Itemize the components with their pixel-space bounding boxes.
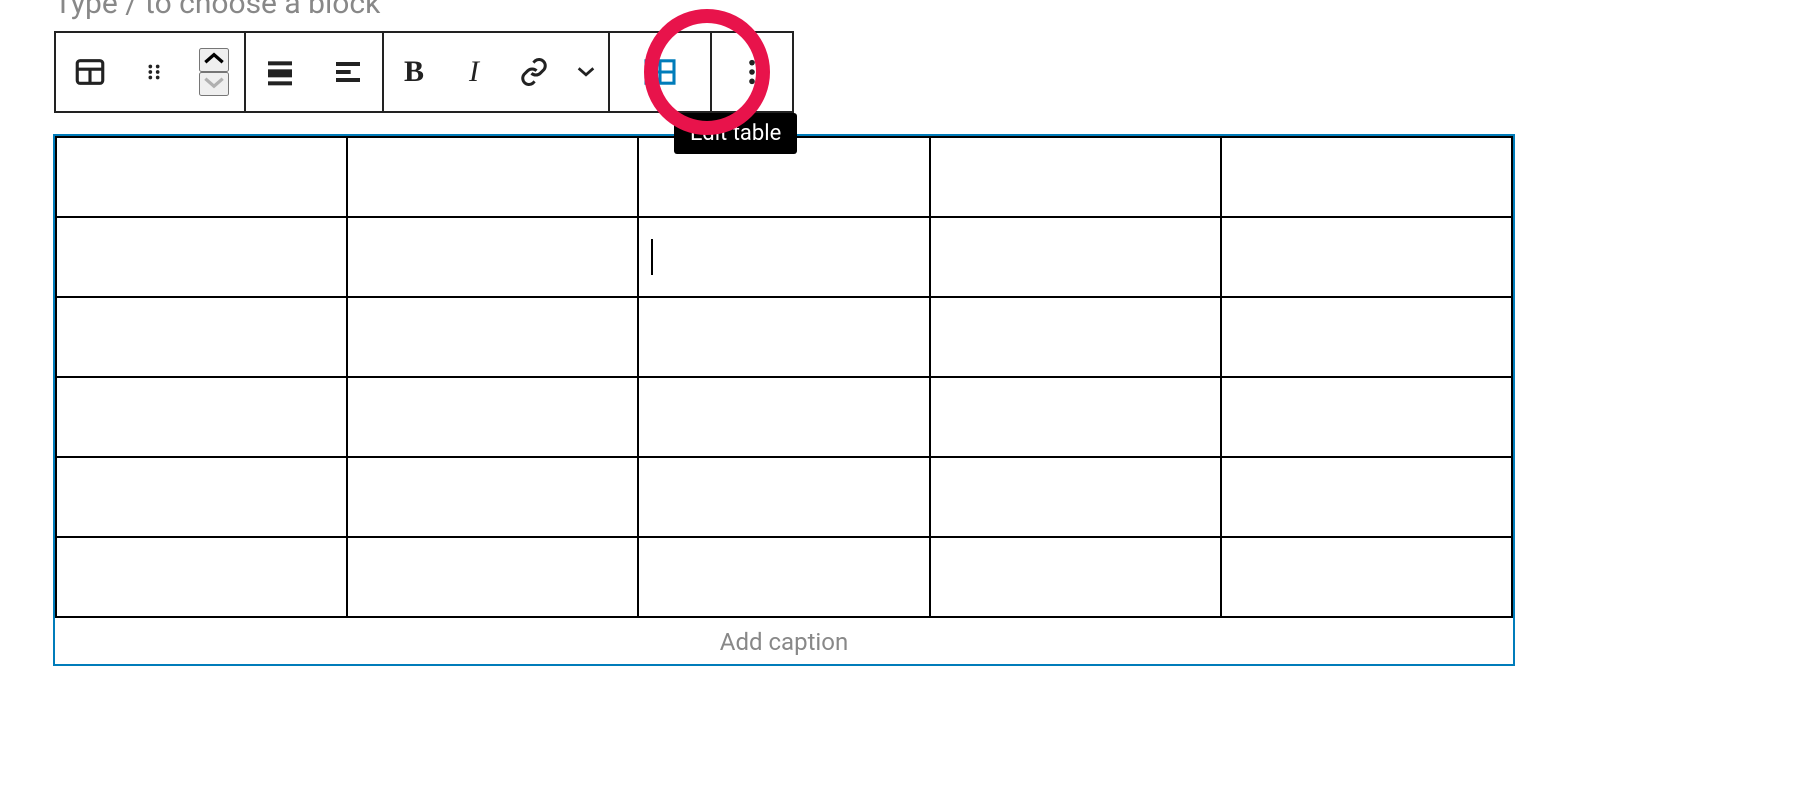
table-cell[interactable] [638, 537, 929, 617]
toolbar-group-align [246, 33, 384, 111]
bold-icon: B [404, 55, 424, 89]
table-cell[interactable] [347, 137, 638, 217]
table-caption-input[interactable]: Add caption [55, 618, 1513, 664]
table-cell[interactable] [56, 297, 347, 377]
chevron-down-icon [575, 65, 597, 79]
table-cell[interactable] [56, 377, 347, 457]
chevron-down-icon [201, 75, 227, 94]
chevron-up-icon [201, 51, 227, 70]
table-cell[interactable] [56, 217, 347, 297]
editable-table[interactable] [55, 136, 1513, 618]
table-cell[interactable] [1221, 217, 1512, 297]
text-align-left-icon [332, 56, 364, 88]
table-cell[interactable] [1221, 137, 1512, 217]
table-cell[interactable] [347, 297, 638, 377]
link-icon [519, 57, 549, 87]
block-toolbar: B I [54, 31, 794, 113]
toolbar-group-block [56, 33, 246, 111]
table-row [56, 457, 1512, 537]
table-cell[interactable] [930, 137, 1221, 217]
table-row [56, 377, 1512, 457]
toolbar-group-options [712, 33, 792, 111]
move-down-button[interactable] [199, 72, 229, 96]
table-cell[interactable] [638, 377, 929, 457]
table-block[interactable]: Add caption [54, 135, 1514, 665]
table-cell[interactable] [1221, 377, 1512, 457]
table-cell[interactable] [638, 217, 929, 297]
table-cell[interactable] [1221, 297, 1512, 377]
table-cell[interactable] [56, 457, 347, 537]
bold-button[interactable]: B [384, 33, 444, 111]
block-hint: Type / to choose a block [54, 0, 380, 21]
table-cell[interactable] [1221, 457, 1512, 537]
table-cell[interactable] [930, 537, 1221, 617]
table-edit-icon [643, 58, 677, 86]
table-cell[interactable] [56, 537, 347, 617]
drag-icon [143, 61, 165, 83]
table-cell[interactable] [930, 217, 1221, 297]
link-button[interactable] [504, 33, 564, 111]
table-cell[interactable] [638, 457, 929, 537]
block-type-button[interactable] [56, 33, 124, 111]
toolbar-group-table [610, 33, 712, 111]
table-row [56, 537, 1512, 617]
table-cell[interactable] [1221, 537, 1512, 617]
table-row [56, 297, 1512, 377]
drag-handle-button[interactable] [124, 33, 184, 111]
table-cell[interactable] [638, 297, 929, 377]
block-align-button[interactable] [246, 33, 314, 111]
table-cell[interactable] [930, 297, 1221, 377]
table-row [56, 217, 1512, 297]
move-buttons [184, 33, 244, 111]
more-vertical-icon [748, 58, 756, 86]
table-cell[interactable] [347, 217, 638, 297]
toolbar-group-format: B I [384, 33, 610, 111]
italic-icon: I [469, 55, 479, 89]
table-cell[interactable] [347, 537, 638, 617]
edit-table-button[interactable] [610, 33, 710, 111]
table-icon [73, 55, 107, 89]
italic-button[interactable]: I [444, 33, 504, 111]
table-cell[interactable] [930, 377, 1221, 457]
options-button[interactable] [712, 33, 792, 111]
more-rich-text-button[interactable] [564, 33, 608, 111]
table-cell[interactable] [347, 457, 638, 537]
table-cell[interactable] [347, 377, 638, 457]
move-up-button[interactable] [199, 48, 229, 72]
edit-table-tooltip: Edit table [674, 113, 797, 154]
text-align-button[interactable] [314, 33, 382, 111]
align-icon [264, 56, 296, 88]
table-cell[interactable] [930, 457, 1221, 537]
table-cell[interactable] [56, 137, 347, 217]
